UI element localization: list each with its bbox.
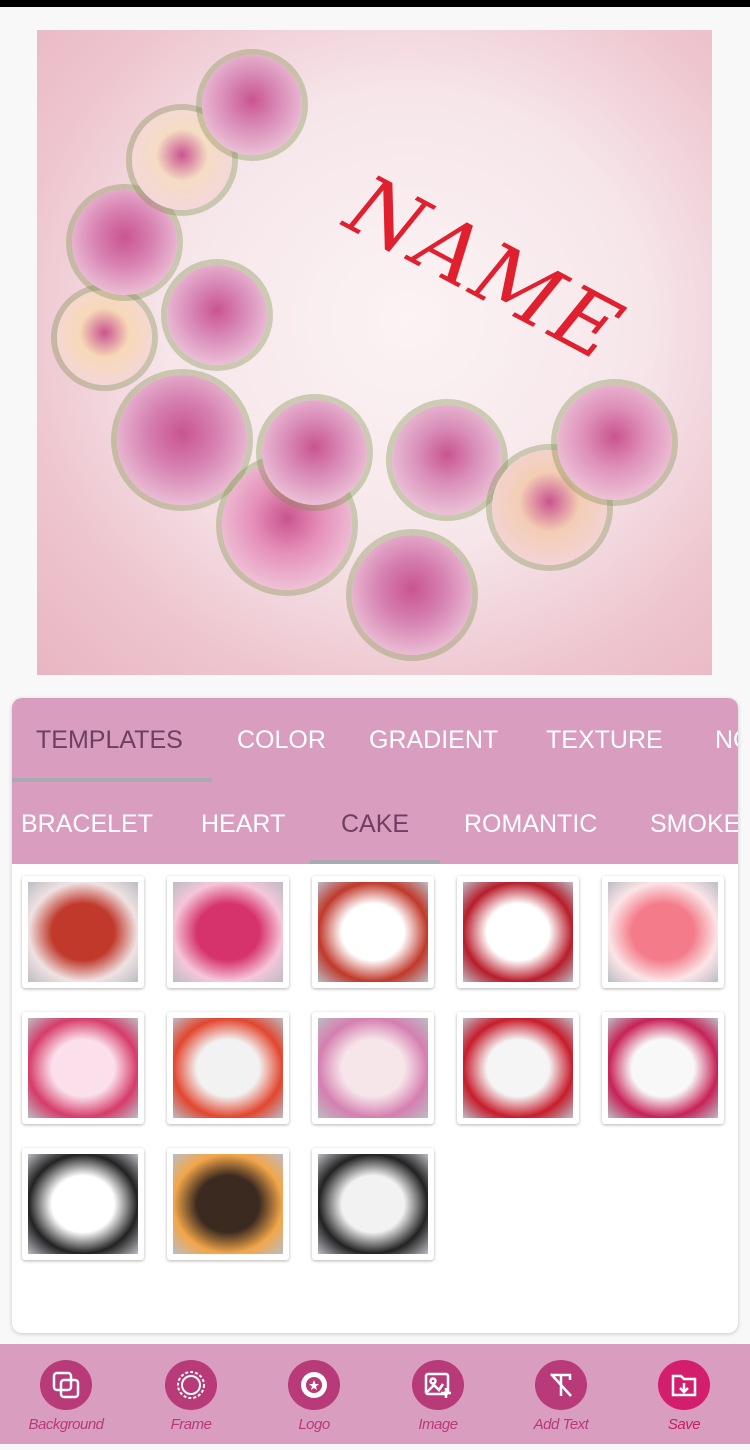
logo-label: Logo xyxy=(298,1416,330,1433)
tab-gradient[interactable]: GRADIENT xyxy=(369,726,498,755)
template-thumbnail xyxy=(608,1018,718,1118)
tab-templates[interactable]: TEMPLATES xyxy=(36,726,183,755)
template-pink-bow-cake[interactable] xyxy=(602,876,724,988)
template-thumbnail xyxy=(173,1154,283,1254)
template-thumbnail xyxy=(28,882,138,982)
template-thumbnail xyxy=(28,1154,138,1254)
frame-icon xyxy=(165,1360,217,1410)
background-icon xyxy=(40,1360,92,1410)
primary-tabs: TEMPLATES COLOR GRADIENT TEXTURE NO xyxy=(12,698,738,782)
frame-button[interactable]: Frame xyxy=(136,1360,246,1433)
rose-decoration xyxy=(262,400,367,505)
tab-smoke[interactable]: SMOKE xyxy=(650,810,738,839)
cake-preview-canvas[interactable]: NAME xyxy=(37,30,712,675)
status-bar xyxy=(0,0,750,7)
options-panel: TEMPLATES COLOR GRADIENT TEXTURE NO BRAC… xyxy=(12,698,738,1333)
tab-cake[interactable]: CAKE xyxy=(341,810,409,839)
template-thumbnail xyxy=(463,1018,573,1118)
tab-color[interactable]: COLOR xyxy=(237,726,326,755)
template-couple-figure-cake[interactable] xyxy=(22,1012,144,1124)
save-label: Save xyxy=(667,1416,701,1433)
secondary-tabs: BRACELET HEART CAKE ROMANTIC SMOKE xyxy=(12,782,738,864)
rose-decoration xyxy=(167,265,267,365)
rose-decoration xyxy=(117,375,247,505)
tab-no[interactable]: NO xyxy=(715,726,738,755)
logo-badge-icon xyxy=(288,1360,340,1410)
template-thumbnail xyxy=(318,882,428,982)
add-text-icon xyxy=(535,1360,587,1410)
template-red-heart-cake[interactable] xyxy=(22,876,144,988)
template-thumbnail xyxy=(608,882,718,982)
template-red-rose-cake[interactable] xyxy=(457,1012,579,1124)
template-couple-silhouette-cake[interactable] xyxy=(22,1148,144,1260)
tab-texture[interactable]: TEXTURE xyxy=(546,726,663,755)
rose-decoration xyxy=(57,290,152,385)
rose-decoration xyxy=(557,385,672,500)
bottom-toolbar: Background Frame Logo Image Add Text Sav… xyxy=(0,1344,750,1444)
tab-romantic[interactable]: ROMANTIC xyxy=(464,810,597,839)
rose-decoration xyxy=(202,55,302,155)
template-guitar-cake[interactable] xyxy=(312,1148,434,1260)
background-button[interactable]: Background xyxy=(11,1360,121,1433)
template-rose-wreath-cake[interactable] xyxy=(312,1012,434,1124)
template-thumbnail xyxy=(28,1018,138,1118)
template-thumbnail xyxy=(173,1018,283,1118)
image-label: Image xyxy=(418,1416,458,1433)
name-text-overlay[interactable]: NAME xyxy=(331,156,640,382)
add-text-button[interactable]: Add Text xyxy=(506,1360,616,1433)
tab-indicator xyxy=(310,860,440,864)
add-text-label: Add Text xyxy=(533,1416,589,1433)
rose-decoration xyxy=(392,405,502,515)
template-rose-rectangle-cake[interactable] xyxy=(312,876,434,988)
image-button[interactable]: Image xyxy=(383,1360,493,1433)
save-folder-icon xyxy=(658,1360,710,1410)
background-label: Background xyxy=(28,1416,104,1433)
save-button[interactable]: Save xyxy=(629,1360,739,1433)
template-thumbnail xyxy=(318,1154,428,1254)
add-image-icon xyxy=(412,1360,464,1410)
tab-bracelet[interactable]: BRACELET xyxy=(21,810,153,839)
template-white-heart-cake[interactable] xyxy=(457,876,579,988)
logo-button[interactable]: Logo xyxy=(259,1360,369,1433)
frame-label: Frame xyxy=(170,1416,212,1433)
rose-decoration xyxy=(352,535,472,655)
tab-heart[interactable]: HEART xyxy=(201,810,285,839)
template-thumbnail xyxy=(463,882,573,982)
template-thumbnail xyxy=(173,882,283,982)
template-rose-border-cake[interactable] xyxy=(602,1012,724,1124)
template-birthday-candle-cake[interactable] xyxy=(167,1148,289,1260)
template-thumbnail xyxy=(318,1018,428,1118)
template-red-flower-cake[interactable] xyxy=(167,1012,289,1124)
template-pink-heart-cake[interactable] xyxy=(167,876,289,988)
